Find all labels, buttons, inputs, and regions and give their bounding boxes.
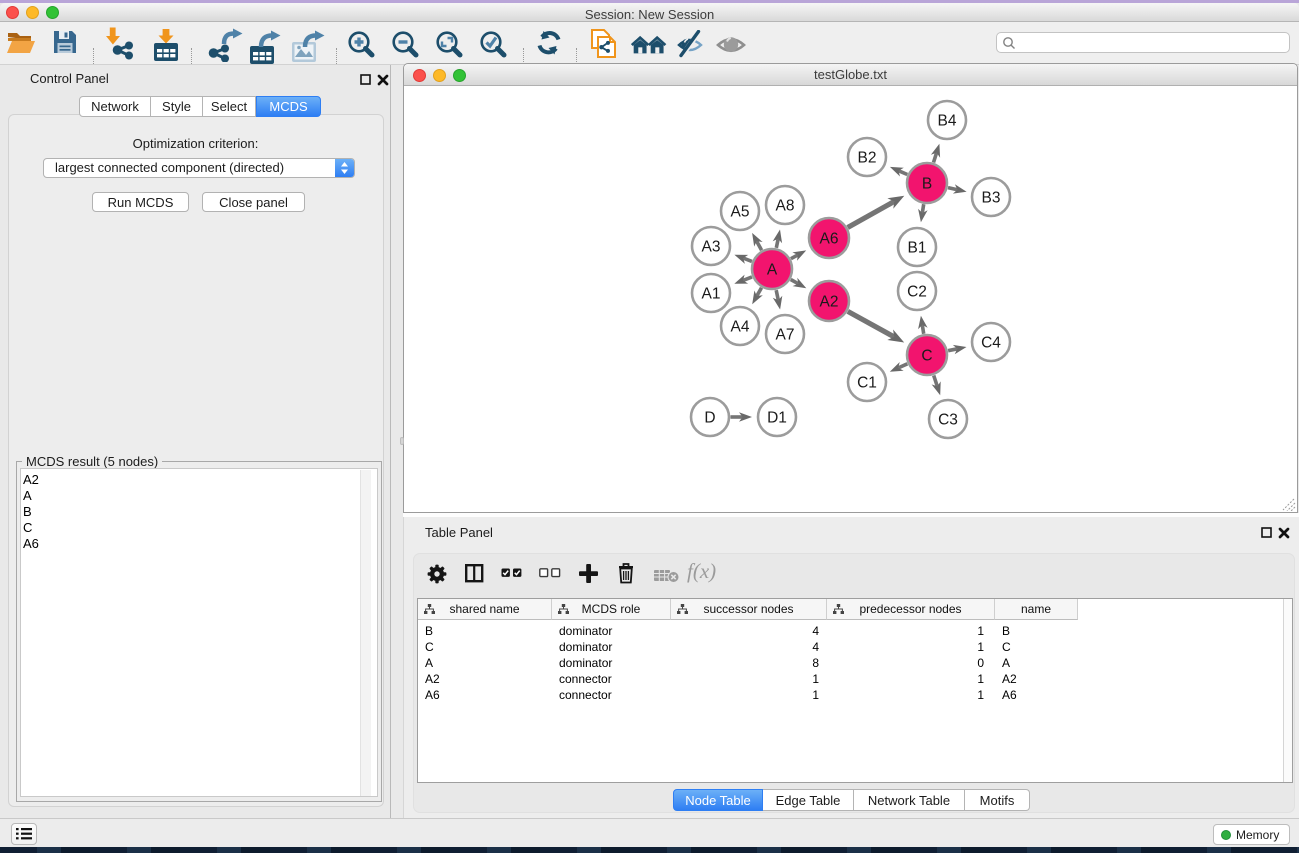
svg-text:C1: C1 bbox=[857, 375, 877, 392]
svg-text:A5: A5 bbox=[731, 204, 750, 221]
svg-text:A7: A7 bbox=[776, 327, 795, 344]
svg-text:A: A bbox=[767, 262, 778, 279]
svg-text:B1: B1 bbox=[908, 240, 927, 257]
svg-text:A1: A1 bbox=[702, 286, 721, 303]
svg-text:D1: D1 bbox=[767, 410, 787, 427]
svg-text:C: C bbox=[921, 348, 932, 365]
svg-text:D: D bbox=[704, 410, 715, 427]
svg-text:A3: A3 bbox=[702, 239, 721, 256]
svg-text:B3: B3 bbox=[982, 190, 1001, 207]
svg-text:C2: C2 bbox=[907, 284, 927, 301]
svg-text:C4: C4 bbox=[981, 335, 1001, 352]
svg-text:A6: A6 bbox=[820, 231, 839, 248]
svg-text:A4: A4 bbox=[731, 319, 750, 336]
svg-text:B2: B2 bbox=[858, 150, 877, 167]
svg-text:B: B bbox=[922, 176, 932, 193]
svg-text:C3: C3 bbox=[938, 412, 958, 429]
svg-text:B4: B4 bbox=[938, 113, 957, 130]
svg-text:A2: A2 bbox=[820, 294, 839, 311]
svg-text:A8: A8 bbox=[776, 198, 795, 215]
